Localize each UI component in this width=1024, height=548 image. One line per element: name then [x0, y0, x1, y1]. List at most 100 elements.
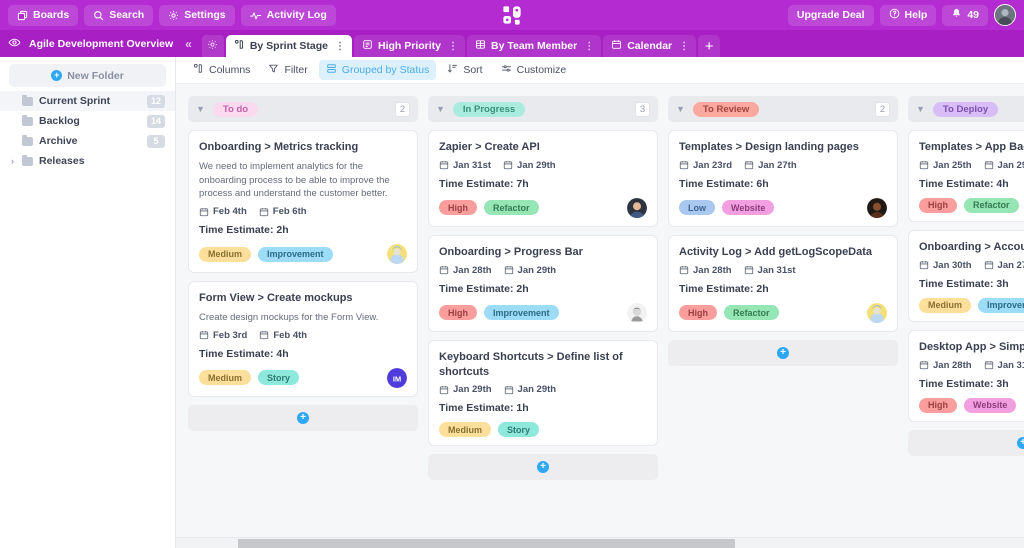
chevron-down-icon[interactable]: ▼ [196, 104, 205, 114]
task-tag[interactable]: Story [498, 422, 540, 438]
task-tag[interactable]: Website [964, 397, 1017, 413]
add-card-button[interactable]: + [908, 429, 1024, 456]
add-tab-button[interactable]: + [698, 35, 721, 57]
toolbar-columns-button[interactable]: Columns [186, 60, 257, 80]
task-tag[interactable]: High [919, 397, 957, 413]
task-card-title: Activity Log > Add getLogScopeData [679, 245, 873, 258]
task-tag[interactable]: High [439, 200, 477, 216]
chevron-down-icon[interactable]: ▼ [436, 104, 445, 114]
toolbar-filter-button[interactable]: Filter [261, 60, 314, 80]
new-folder-button[interactable]: + New Folder [9, 64, 166, 87]
task-tag[interactable]: Improvement [258, 246, 333, 262]
notifications-button[interactable]: 49 [942, 4, 988, 26]
nav-button-search[interactable]: Search [84, 4, 154, 26]
task-tag[interactable]: Story [258, 370, 300, 386]
task-tag[interactable]: Medium [199, 370, 252, 386]
sidebar-item-count: 12 [146, 94, 165, 108]
board-settings-button[interactable] [201, 35, 224, 57]
tab-overflow-icon[interactable]: ⋮ [584, 41, 594, 52]
toolbar-grouped-by-status-label: Grouped by Status [341, 64, 430, 76]
task-card[interactable]: Activity Log > Add getLogScopeData Jan 28… [668, 234, 898, 332]
task-card[interactable]: Desktop App > Simple Jan 28th Jan 31st Time… [908, 329, 1024, 422]
task-card[interactable]: Templates > App Back Jan 25th Jan 29th Time… [908, 130, 1024, 222]
task-tag[interactable]: High [919, 197, 957, 213]
tab-overflow-icon[interactable]: ⋮ [335, 41, 345, 52]
task-card[interactable]: Onboarding > Progress Bar Jan 28th Jan 29t… [428, 234, 658, 332]
task-time-estimate: Time Estimate: 3h [919, 377, 1009, 390]
list-icon [362, 39, 373, 53]
board-toolbar: Columns Filter Grouped by Status Sort Cu… [176, 57, 1024, 84]
task-tag[interactable]: High [679, 305, 717, 321]
task-card-dates: Jan 28th Jan 29th [439, 265, 647, 276]
folder-icon [22, 154, 33, 166]
task-end-date: Jan 29th [503, 160, 556, 171]
chevron-right-icon[interactable]: › [11, 156, 14, 166]
main-content: Columns Filter Grouped by Status Sort Cu… [176, 57, 1024, 548]
nav-button-settings[interactable]: Settings [159, 4, 235, 26]
avatar-blue-figure[interactable] [387, 244, 407, 265]
upgrade-deal-button[interactable]: Upgrade Deal [787, 4, 874, 26]
task-tag[interactable]: Medium [439, 422, 492, 438]
task-tag[interactable]: Improvement [978, 297, 1024, 313]
sidebar-item-current-sprint[interactable]: Current Sprint 12 [0, 91, 175, 111]
nav-button-boards[interactable]: Boards [8, 4, 79, 26]
task-tag-row: Medium Improvement [199, 244, 407, 265]
task-tag[interactable]: Refactor [964, 197, 1019, 213]
collapse-sidebar-button[interactable]: « [181, 37, 196, 51]
task-tag[interactable]: High [439, 305, 477, 321]
task-card[interactable]: Form View > Create mockups Create design … [188, 281, 418, 397]
column-status-badge: To do [212, 101, 259, 117]
task-time-estimate: Time Estimate: 7h [439, 177, 529, 190]
tab-by-team-member[interactable]: By Team Member ⋮ [467, 35, 602, 57]
column-header: ▼ To Review 2 [668, 96, 898, 122]
task-tag[interactable]: Improvement [484, 305, 559, 321]
task-card[interactable]: Keyboard Shortcuts > Define list of shor… [428, 339, 658, 447]
column-status-badge: To Review [692, 101, 760, 117]
app-body: + New Folder Current Sprint 12 Backlog 1… [0, 57, 1024, 548]
avatar-dark-portrait[interactable] [867, 197, 887, 218]
avatar-bearded-man[interactable] [627, 197, 647, 218]
toolbar-grouped-by-status-button[interactable]: Grouped by Status [318, 60, 437, 80]
tab-high-priority[interactable]: High Priority ⋮ [354, 35, 466, 57]
add-card-button[interactable]: + [668, 339, 898, 366]
task-card[interactable]: Zapier > Create API Jan 31st Jan 29th Time … [428, 130, 658, 227]
avatar-grey-sketch[interactable] [627, 302, 647, 323]
task-tag[interactable]: Low [679, 200, 715, 216]
toolbar-sort-button[interactable]: Sort [440, 60, 489, 80]
task-card[interactable]: Onboarding > Accoun Jan 30th Jan 27th Time … [908, 229, 1024, 322]
tab-calendar[interactable]: Calendar ⋮ [603, 35, 697, 57]
plus-icon: + [537, 461, 549, 474]
nav-button-activity-log[interactable]: Activity Log [240, 4, 336, 26]
board-column: ▼ To Deploy Templates > App Back Jan 25th Ja… [908, 96, 1024, 456]
horizontal-scrollbar-thumb[interactable] [238, 539, 735, 548]
tab-by-sprint-stage[interactable]: By Sprint Stage ⋮ [225, 35, 353, 57]
chevron-down-icon[interactable]: ▼ [676, 104, 685, 114]
tab-overflow-icon[interactable]: ⋮ [448, 41, 458, 52]
help-button[interactable]: Help [879, 4, 937, 26]
task-card[interactable]: Templates > Design landing pages Jan 23rd… [668, 130, 898, 227]
add-card-button[interactable]: + [428, 454, 658, 481]
tab-overflow-icon[interactable]: ⋮ [679, 41, 689, 52]
sidebar-item-releases[interactable]: › Releases [0, 151, 175, 171]
avatar-blue-figure[interactable] [867, 302, 887, 323]
column-card-count: 3 [635, 101, 650, 117]
task-tag[interactable]: Refactor [484, 200, 539, 216]
sidebar-item-backlog[interactable]: Backlog 14 [0, 111, 175, 131]
sliders-icon [501, 63, 512, 77]
avatar-initials-im[interactable]: IM [387, 367, 407, 388]
nav-button-settings-label: Settings [184, 9, 226, 21]
tab-high-priority-label: High Priority [378, 40, 442, 52]
task-card[interactable]: Onboarding > Metrics tracking We need to … [188, 130, 418, 274]
user-avatar[interactable] [994, 4, 1016, 26]
tab-calendar-label: Calendar [627, 40, 673, 52]
sidebar-item-archive[interactable]: Archive 5 [0, 131, 175, 151]
toolbar-customize-button[interactable]: Customize [494, 60, 574, 80]
chevron-down-icon[interactable]: ▼ [916, 104, 925, 114]
task-tag[interactable]: Medium [199, 246, 252, 262]
task-tag[interactable]: Website [722, 200, 775, 216]
task-tag[interactable]: Medium [919, 297, 972, 313]
task-tag[interactable]: Refactor [724, 305, 779, 321]
horizontal-scrollbar[interactable] [176, 537, 1024, 548]
add-card-button[interactable]: + [188, 404, 418, 431]
sidebar-item-count: 14 [146, 114, 165, 128]
